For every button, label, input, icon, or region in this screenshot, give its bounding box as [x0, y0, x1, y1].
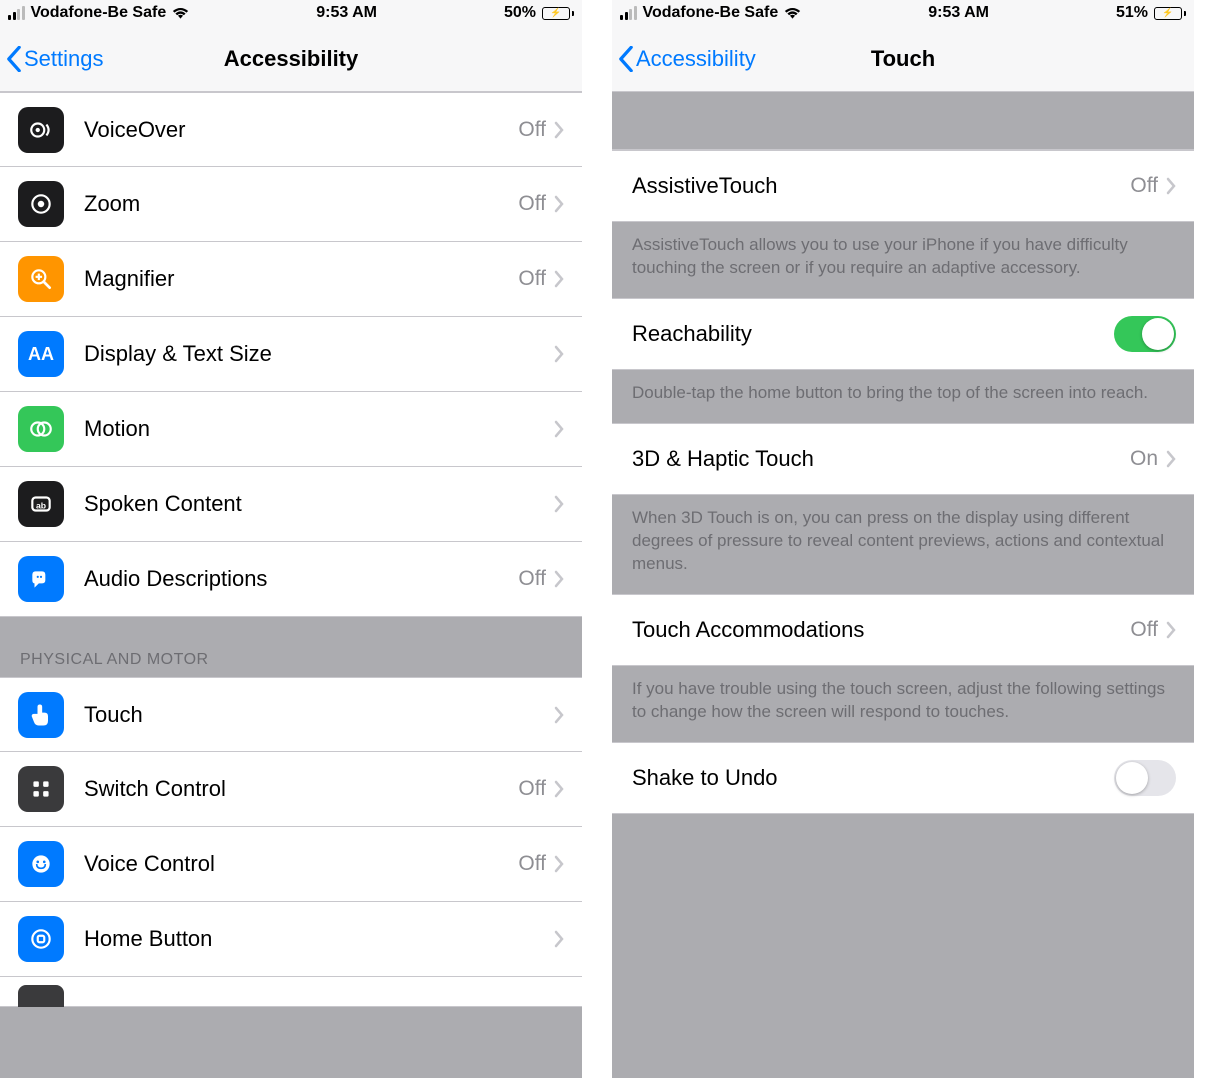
- row-zoom[interactable]: Zoom Off: [0, 167, 582, 242]
- spacer: [612, 92, 1194, 150]
- chevron-right-icon: [554, 780, 564, 798]
- chevron-right-icon: [554, 420, 564, 438]
- row-assistivetouch[interactable]: AssistiveTouch Off: [612, 150, 1194, 222]
- wifi-icon: [172, 7, 189, 20]
- audio-descriptions-icon: [18, 556, 64, 602]
- status-bar: Vodafone-Be Safe 9:53 AM 51% ⚡: [612, 0, 1194, 26]
- row-reachability[interactable]: Reachability: [612, 298, 1194, 370]
- row-label: Spoken Content: [84, 491, 554, 517]
- chevron-right-icon: [554, 706, 564, 724]
- row-touch-accommodations[interactable]: Touch Accommodations Off: [612, 594, 1194, 666]
- accessibility-screen: Vodafone-Be Safe 9:53 AM 50% ⚡ Settings …: [0, 0, 582, 1078]
- row-switch-control[interactable]: Switch Control Off: [0, 752, 582, 827]
- back-button[interactable]: Settings: [0, 46, 104, 72]
- row-partial[interactable]: [0, 977, 582, 1007]
- row-label: Touch Accommodations: [632, 617, 1130, 643]
- row-label: Zoom: [84, 191, 518, 217]
- chevron-right-icon: [554, 855, 564, 873]
- clock-label: 9:53 AM: [316, 4, 377, 22]
- row-label: Motion: [84, 416, 554, 442]
- chevron-right-icon: [554, 495, 564, 513]
- row-display-text-size[interactable]: AA Display & Text Size: [0, 317, 582, 392]
- row-value: On: [1130, 447, 1158, 471]
- home-button-icon: [18, 916, 64, 962]
- row-label: Touch: [84, 702, 554, 728]
- row-shake-to-undo[interactable]: Shake to Undo: [612, 742, 1194, 814]
- chevron-right-icon: [1166, 450, 1176, 468]
- motion-icon: [18, 406, 64, 452]
- row-label: VoiceOver: [84, 117, 518, 143]
- row-spoken-content[interactable]: ab Spoken Content: [0, 467, 582, 542]
- nav-bar: Accessibility Touch: [612, 26, 1194, 92]
- row-3d-haptic-touch[interactable]: 3D & Haptic Touch On: [612, 423, 1194, 495]
- row-value: Off: [518, 118, 546, 142]
- haptic-description: When 3D Touch is on, you can press on th…: [612, 495, 1194, 594]
- row-label: Display & Text Size: [84, 341, 554, 367]
- touch-screen: Vodafone-Be Safe 9:53 AM 51% ⚡ Accessibi…: [612, 0, 1194, 1078]
- text-size-icon: AA: [18, 331, 64, 377]
- section-header-physical-motor: Physical and Motor: [0, 617, 582, 677]
- row-voiceover[interactable]: VoiceOver Off: [0, 92, 582, 167]
- carrier-label: Vodafone-Be Safe: [31, 4, 167, 22]
- chevron-right-icon: [1166, 177, 1176, 195]
- reachability-toggle[interactable]: [1114, 316, 1176, 352]
- assistivetouch-description: AssistiveTouch allows you to use your iP…: [612, 222, 1194, 298]
- row-label: Magnifier: [84, 266, 518, 292]
- cellular-signal-icon: [620, 6, 637, 20]
- chevron-right-icon: [554, 570, 564, 588]
- chevron-right-icon: [554, 270, 564, 288]
- row-value: Off: [518, 192, 546, 216]
- row-label: Reachability: [632, 321, 1114, 347]
- shake-to-undo-toggle[interactable]: [1114, 760, 1176, 796]
- row-home-button[interactable]: Home Button: [0, 902, 582, 977]
- cellular-signal-icon: [8, 6, 25, 20]
- row-motion[interactable]: Motion: [0, 392, 582, 467]
- row-value: Off: [1130, 174, 1158, 198]
- row-value: Off: [518, 852, 546, 876]
- wifi-icon: [784, 7, 801, 20]
- spoken-content-icon: ab: [18, 481, 64, 527]
- accommodations-description: If you have trouble using the touch scre…: [612, 666, 1194, 742]
- row-label: Shake to Undo: [632, 765, 1114, 791]
- battery-icon: ⚡: [1154, 7, 1186, 20]
- row-value: Off: [518, 777, 546, 801]
- voice-control-icon: [18, 841, 64, 887]
- touch-icon: [18, 692, 64, 738]
- back-button[interactable]: Accessibility: [612, 46, 756, 72]
- row-label: Switch Control: [84, 776, 518, 802]
- chevron-right-icon: [554, 121, 564, 139]
- voiceover-icon: [18, 107, 64, 153]
- battery-pct-label: 50%: [504, 4, 536, 22]
- row-label: Audio Descriptions: [84, 566, 518, 592]
- row-label: 3D & Haptic Touch: [632, 446, 1130, 472]
- row-value: Off: [518, 567, 546, 591]
- magnifier-icon: [18, 256, 64, 302]
- row-value: Off: [518, 267, 546, 291]
- nav-bar: Settings Accessibility: [0, 26, 582, 92]
- battery-icon: ⚡: [542, 7, 574, 20]
- row-touch[interactable]: Touch: [0, 677, 582, 752]
- partial-icon: [18, 985, 64, 1007]
- back-label: Accessibility: [636, 46, 756, 72]
- status-bar: Vodafone-Be Safe 9:53 AM 50% ⚡: [0, 0, 582, 26]
- chevron-right-icon: [1166, 621, 1176, 639]
- row-audio-descriptions[interactable]: Audio Descriptions Off: [0, 542, 582, 617]
- chevron-right-icon: [554, 345, 564, 363]
- zoom-icon: [18, 181, 64, 227]
- chevron-right-icon: [554, 930, 564, 948]
- chevron-right-icon: [554, 195, 564, 213]
- row-label: Home Button: [84, 926, 554, 952]
- switch-control-icon: [18, 766, 64, 812]
- row-label: AssistiveTouch: [632, 173, 1130, 199]
- row-voice-control[interactable]: Voice Control Off: [0, 827, 582, 902]
- row-value: Off: [1130, 618, 1158, 642]
- carrier-label: Vodafone-Be Safe: [643, 4, 779, 22]
- row-magnifier[interactable]: Magnifier Off: [0, 242, 582, 317]
- back-label: Settings: [24, 46, 104, 72]
- row-label: Voice Control: [84, 851, 518, 877]
- reachability-description: Double-tap the home button to bring the …: [612, 370, 1194, 423]
- clock-label: 9:53 AM: [928, 4, 989, 22]
- battery-pct-label: 51%: [1116, 4, 1148, 22]
- svg-text:ab: ab: [36, 500, 46, 510]
